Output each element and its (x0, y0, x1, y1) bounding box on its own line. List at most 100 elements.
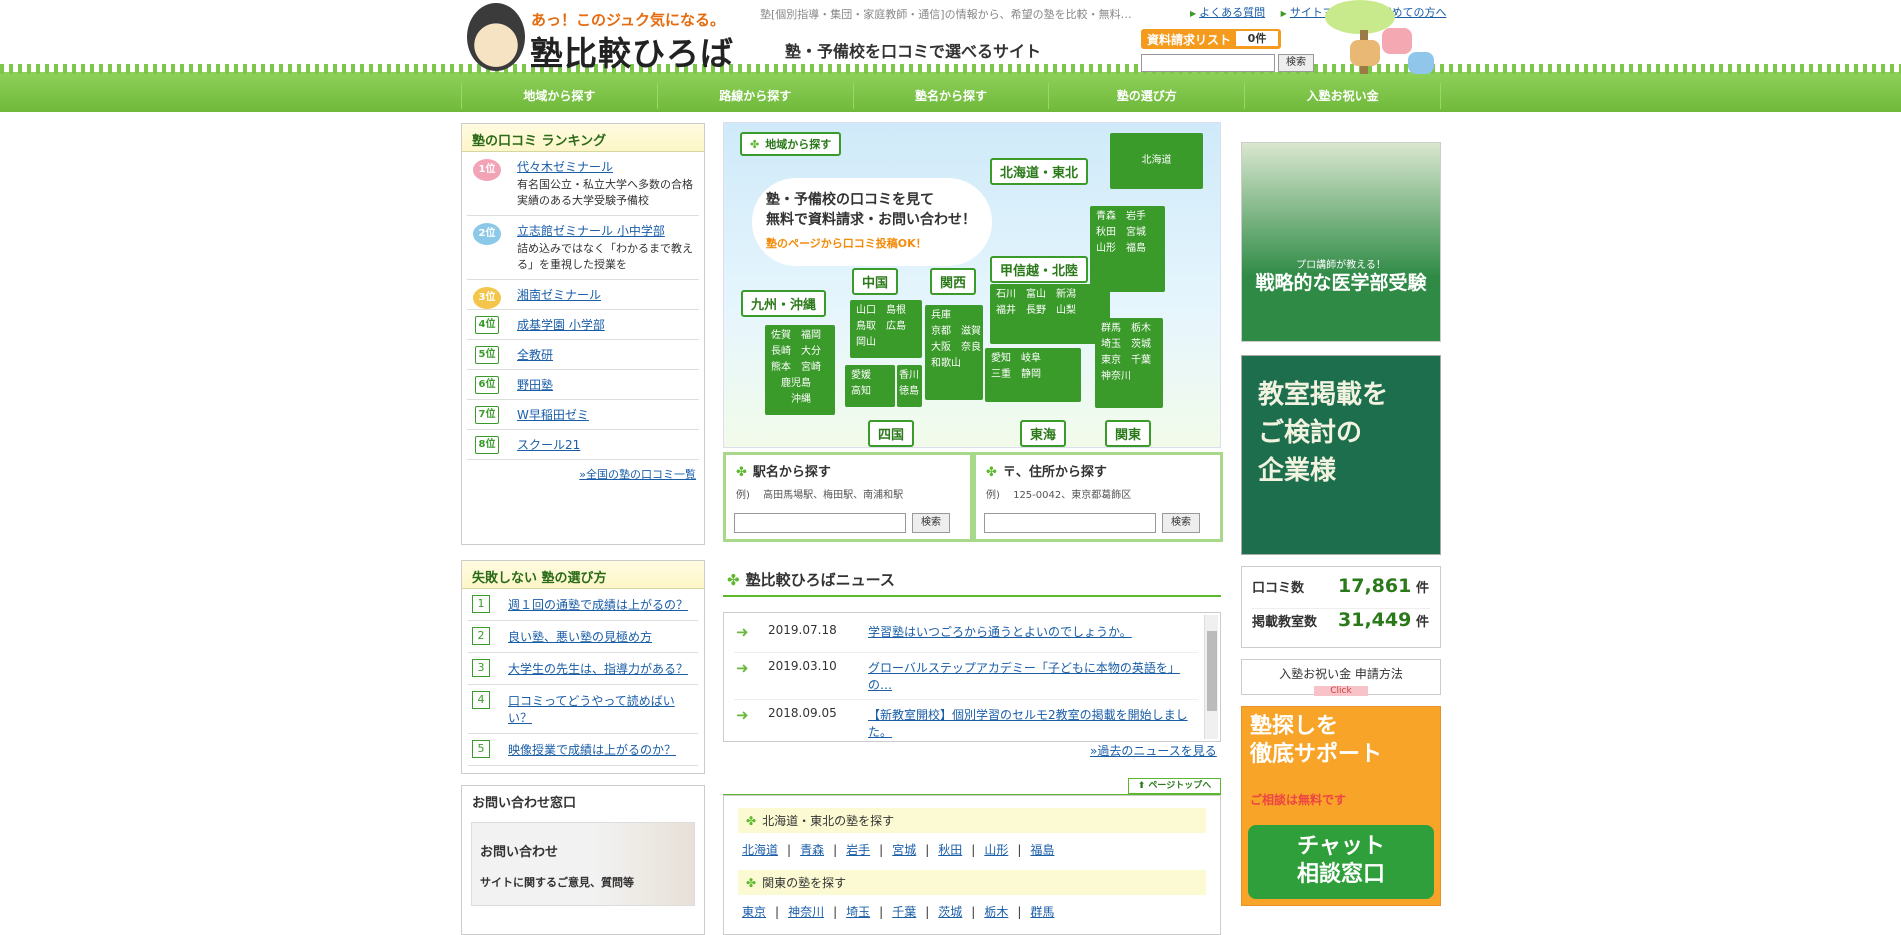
request-list-button[interactable]: 資料請求リスト 0件 (1141, 29, 1281, 49)
ranking-item: 3位 湘南ゼミナール (467, 280, 699, 310)
pref-link[interactable]: 埼玉 (846, 905, 870, 919)
chat-button[interactable]: チャット 相談窓口 (1248, 825, 1434, 899)
rank-badge: 2位 (473, 223, 501, 245)
pref-link[interactable]: 栃木 (984, 905, 1008, 919)
station-search-button[interactable]: 検索 (912, 513, 950, 533)
region-kanto[interactable]: 関東 (1105, 420, 1152, 447)
bubble-line1: 塾・予備校の口コミを見て (766, 192, 934, 208)
news-link[interactable]: 学習塾はいつごろから通うとよいのでしょうか。 (868, 623, 1132, 646)
address-search-input[interactable] (984, 513, 1156, 533)
pref-kanto[interactable]: 群馬 栃木 埼玉 茨城 東京 千葉 神奈川 (1095, 318, 1163, 408)
nav-choose[interactable]: 塾の選び方 (1049, 83, 1246, 109)
choose-num: 1 (472, 595, 490, 613)
news-item: ➜ 2019.03.10 グローバルステップアカデミー「子どもに本物の英語を」の… (734, 653, 1198, 700)
region-tokai[interactable]: 東海 (1020, 420, 1067, 447)
pref-shikoku2[interactable]: 香川 徳島 (897, 365, 922, 407)
pref-link[interactable]: 福島 (1030, 843, 1054, 857)
news-date: 2018.09.05 (768, 706, 837, 720)
pref-link[interactable]: 岩手 (846, 843, 870, 857)
arrow-icon: ➜ (736, 659, 749, 677)
choose-link[interactable]: 大学生の先生は、指導力がある？ (508, 662, 688, 676)
choose-link[interactable]: 映像授業で成績は上がるのか？ (508, 743, 676, 757)
region-kansai[interactable]: 関西 (930, 268, 977, 295)
header-search-input[interactable] (1141, 54, 1275, 72)
clover-icon: ✤ (736, 465, 747, 480)
choose-num: 3 (472, 659, 490, 677)
inquiry-title: お問い合わせ窓口 (462, 786, 704, 814)
pref-link[interactable]: 群馬 (1030, 905, 1054, 919)
stat-unit: 件 (1416, 581, 1430, 596)
choose-link[interactable]: 週１回の通塾で成績は上がるの？ (508, 598, 688, 612)
stat-value: 31,449 (1338, 609, 1412, 631)
pref-kansai[interactable]: 兵庫 京都 滋賀 大阪 奈良 和歌山 (925, 305, 983, 400)
region-shikoku[interactable]: 四国 (868, 420, 915, 447)
pref-link[interactable]: 宮城 (892, 843, 916, 857)
ranking-link[interactable]: 湘南ゼミナール (517, 288, 601, 302)
ranking-link[interactable]: W早稲田ゼミ (517, 408, 589, 422)
inquiry-banner[interactable]: お問い合わせ サイトに関するご意見、質問等 (471, 822, 695, 906)
site-logo[interactable]: あっ！このジュク気になる。 塾比較ひろば (467, 3, 737, 73)
ranking-link[interactable]: 代々木ゼミナール (517, 160, 613, 174)
stat-unit: 件 (1416, 615, 1430, 630)
news-link[interactable]: 【新教室開校】個別学習のセルモ2教室の掲載を開始しました。 (868, 706, 1198, 740)
medical-exam-ad[interactable]: プロ講師が教える！ 戦略的な医学部受験 (1241, 142, 1441, 342)
pref-link[interactable]: 秋田 (938, 843, 962, 857)
choose-item: 5 映像授業で成績は上がるのか？ (468, 734, 698, 766)
pref-chugoku[interactable]: 山口 島根 鳥取 広島 岡山 (850, 300, 922, 358)
pref-hokkaido[interactable]: 北海道 (1110, 133, 1203, 189)
support-chat-ad[interactable]: 塾探しを 徹底サポート ご相談は無料です チャット 相談窓口 (1241, 706, 1441, 906)
region-kyushu-okinawa[interactable]: 九州・沖縄 (741, 290, 827, 317)
choose-link[interactable]: 口コミってどうやって読めばいい？ (508, 694, 675, 725)
faq-link[interactable]: よくある質問 (1190, 6, 1265, 19)
ranking-item: 5位 全教研 (467, 340, 699, 370)
pref-link[interactable]: 山形 (984, 843, 1008, 857)
choose-item: 3 大学生の先生は、指導力がある？ (468, 653, 698, 685)
pagetop-button[interactable]: ⬆ ページトップへ (1128, 778, 1221, 794)
station-search-input[interactable] (734, 513, 906, 533)
news-more-link[interactable]: »過去のニュースを見る (1090, 744, 1217, 758)
ranking-more-link[interactable]: »全国の塾の口コミ一覧 (579, 468, 696, 481)
news-link[interactable]: グローバルステップアカデミー「子どもに本物の英語を」の… (868, 659, 1198, 693)
pref-link[interactable]: 青森 (800, 843, 824, 857)
nav-celebration[interactable]: 入塾お祝い金 (1245, 83, 1441, 109)
nav-line[interactable]: 路線から探す (658, 83, 854, 109)
classroom-listing-ad[interactable]: 教室掲載を ご検討の 企業様 (1241, 355, 1441, 555)
region-hokkaido-tohoku[interactable]: 北海道・東北 (990, 158, 1089, 185)
station-search-title: 駅名から探す (752, 465, 831, 480)
pref-shikoku1[interactable]: 愛媛 高知 (845, 365, 895, 407)
rank-badge: 1位 (473, 159, 501, 181)
news-item: ➜ 2018.09.05 【新教室開校】個別学習のセルモ2教室の掲載を開始しました。 (734, 700, 1198, 741)
pref-link[interactable]: 北海道 (742, 843, 778, 857)
nav-area[interactable]: 地域から探す (461, 83, 658, 109)
region-koshinetsu-hokuriku[interactable]: 甲信越・北陸 (990, 256, 1089, 283)
address-search-box: ✤ 〒、住所から探す 例) 125-0042、東京都葛飾区 検索 (973, 452, 1223, 542)
inquiry-box: お問い合わせ窓口 お問い合わせ サイトに関するご意見、質問等 (461, 785, 705, 935)
news-date: 2019.07.18 (768, 623, 837, 637)
pref-link[interactable]: 神奈川 (788, 905, 824, 919)
inquiry-link: お問い合わせ (480, 845, 559, 860)
pref-tohoku[interactable]: 青森 岩手 秋田 宮城 山形 福島 (1090, 206, 1165, 292)
choose-num: 4 (472, 691, 490, 709)
choose-link[interactable]: 良い塾、悪い塾の見極め方 (508, 630, 652, 644)
pref-link[interactable]: 東京 (742, 905, 766, 919)
header-search-button[interactable]: 検索 (1278, 54, 1314, 72)
address-search-button[interactable]: 検索 (1162, 513, 1200, 533)
pref-hokuriku[interactable]: 石川 富山 新潟 福井 長野 山梨 (990, 284, 1110, 344)
ranking-title: 塾の口コミ ランキング (462, 124, 704, 152)
clover-icon: ✤ (986, 465, 997, 480)
ranking-link[interactable]: 立志館ゼミナール 小中学部 (517, 224, 665, 238)
ranking-link[interactable]: 全教研 (517, 348, 553, 362)
pref-tokai[interactable]: 愛知 岐阜 三重 静岡 (985, 348, 1081, 402)
ranking-link[interactable]: 野田塾 (517, 378, 553, 392)
region-chugoku[interactable]: 中国 (852, 268, 899, 295)
celebration-banner[interactable]: 入塾お祝い金 申請方法 Click (1241, 659, 1441, 696)
nav-name[interactable]: 塾名から探す (854, 83, 1050, 109)
bubble-line2: 無料で資料請求・お問い合わせ！ (766, 212, 976, 228)
news-scrollbar[interactable] (1204, 615, 1218, 739)
pref-link[interactable]: 茨城 (938, 905, 962, 919)
pref-kyushu[interactable]: 佐賀 福岡 長崎 大分 熊本 宮崎 鹿児島 沖縄 (765, 325, 835, 415)
ranking-link[interactable]: 成基学園 小学部 (517, 318, 605, 332)
ranking-link[interactable]: スクール21 (517, 438, 580, 452)
region-links: 北海道 | 青森 | 岩手 | 宮城 | 秋田 | 山形 | 福島 (742, 843, 1055, 857)
pref-link[interactable]: 千葉 (892, 905, 916, 919)
